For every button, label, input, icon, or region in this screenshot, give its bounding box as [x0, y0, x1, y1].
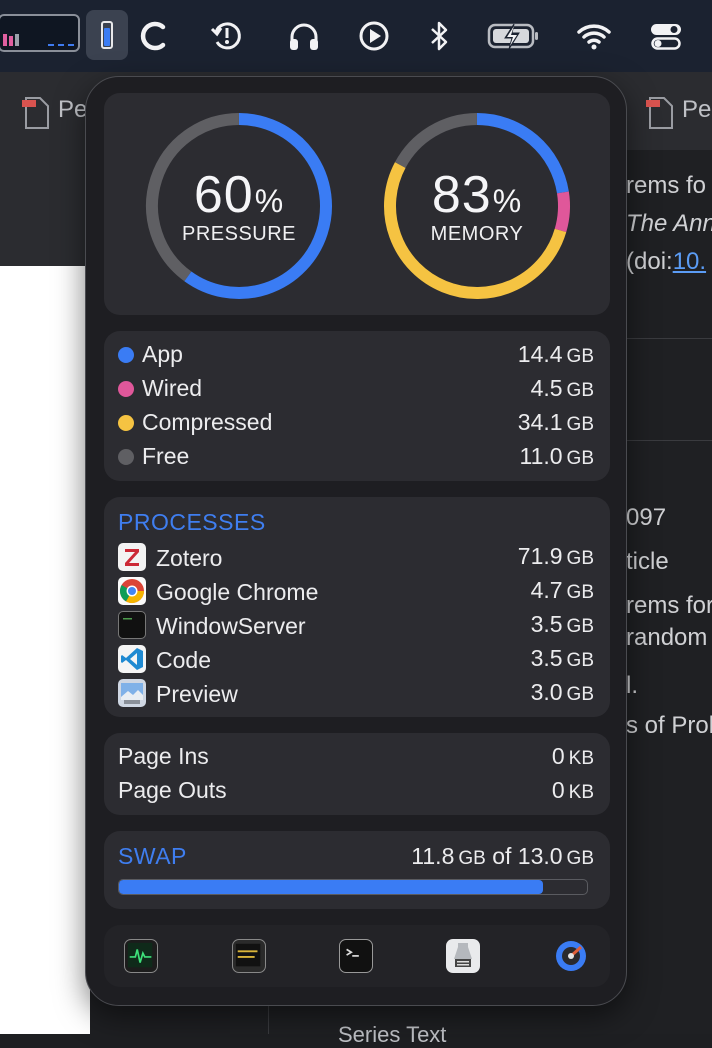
preview-icon: [118, 679, 146, 707]
shortcuts-card: [104, 925, 610, 987]
disk-utility-icon[interactable]: [554, 939, 588, 973]
processes-title: PROCESSES: [118, 509, 266, 535]
menu-bar: [0, 0, 712, 72]
windowserver-icon: [118, 611, 146, 639]
console-icon[interactable]: [232, 939, 266, 973]
series-text-label: Series Text: [338, 1022, 447, 1047]
swap-title: SWAP: [118, 843, 187, 869]
swap-usage: 11.8 GB of 13.0 GB: [411, 843, 594, 869]
process-row[interactable]: Zotero 71.9 GB: [118, 543, 594, 577]
headphones-icon[interactable]: [286, 18, 322, 54]
vscode-icon: [118, 645, 146, 673]
memory-ring-free: [394, 113, 478, 168]
doc-line: random: [626, 624, 708, 651]
processes-card: PROCESSES Zotero 71.9 GB Google Chrome 4.…: [104, 497, 610, 717]
breakdown-row-compressed: Compressed 34.1 GB: [118, 409, 594, 443]
doc-line: 097: [626, 504, 667, 531]
battery-charging-icon[interactable]: [487, 18, 541, 54]
app-dot: [118, 347, 134, 363]
doi-link[interactable]: 10.: [673, 248, 706, 275]
swap-progress-fill: [119, 880, 544, 894]
memory-caption: MEMORY: [430, 223, 524, 245]
breakdown-row-app: App 14.4 GB: [118, 341, 594, 375]
zotero-icon: [118, 543, 146, 571]
background-document-text: rems fo The Ann (doi:10. 097 ticle rems …: [626, 150, 712, 1034]
sync-icon[interactable]: [136, 18, 172, 54]
doc-line: ticle: [626, 548, 669, 575]
divider: [626, 338, 712, 339]
chrome-icon: [118, 577, 146, 605]
terminal-icon[interactable]: [339, 939, 373, 973]
gauges-card: 60% PRESSURE 83% MEMORY: [104, 93, 610, 315]
system-information-icon[interactable]: [446, 939, 480, 973]
bluetooth-icon[interactable]: [421, 18, 457, 54]
free-dot: [118, 449, 134, 465]
wifi-icon[interactable]: [576, 18, 612, 54]
memory-status-icon[interactable]: [86, 10, 128, 60]
memory-graph-icon[interactable]: [0, 14, 80, 52]
doc-line: rems for: [626, 592, 712, 619]
doc-line: (doi:10.: [626, 248, 707, 275]
paging-card: Page Ins 0 KB Page Outs 0 KB: [104, 733, 610, 815]
process-row[interactable]: Preview 3.0 GB: [118, 679, 594, 713]
process-row[interactable]: Code 3.5 GB: [118, 645, 594, 679]
activity-monitor-icon[interactable]: [124, 939, 158, 973]
document-icon: [640, 92, 680, 132]
pressure-gauge: 60% PRESSURE: [140, 107, 338, 305]
doc-line: The Ann: [626, 210, 712, 237]
document-icon: [16, 92, 56, 132]
pressure-caption: PRESSURE: [181, 223, 297, 245]
background-tab-title[interactable]: Pe: [682, 96, 711, 124]
page-outs-row: Page Outs 0 KB: [118, 777, 594, 803]
wired-dot: [118, 381, 134, 397]
background-toolbar: [0, 150, 90, 267]
page-ins-row: Page Ins 0 KB: [118, 743, 594, 769]
doc-line: rems fo: [626, 172, 707, 199]
memory-popover: 60% PRESSURE 83% MEMORY App 14.4 GB Wired…: [85, 76, 627, 1006]
compressed-dot: [118, 415, 134, 431]
time-machine-icon[interactable]: [209, 18, 245, 54]
memory-value: 83%: [431, 166, 523, 224]
background-tab-title[interactable]: Pe: [58, 96, 87, 124]
memory-gauge: 83% MEMORY: [378, 107, 576, 305]
doc-line: l.: [626, 672, 638, 699]
divider: [626, 440, 712, 441]
process-row[interactable]: WindowServer 3.5 GB: [118, 611, 594, 645]
background-page: [0, 266, 90, 1034]
control-center-icon[interactable]: [648, 18, 684, 54]
breakdown-row-free: Free 11.0 GB: [118, 443, 594, 477]
pressure-value: 60%: [193, 166, 285, 224]
breakdown-row-wired: Wired 4.5 GB: [118, 375, 594, 409]
doc-line: s of Prol: [626, 712, 712, 739]
play-icon[interactable]: [356, 18, 392, 54]
swap-progress-bar: [118, 879, 588, 895]
swap-card: SWAP 11.8 GB of 13.0 GB: [104, 831, 610, 909]
memory-breakdown-card: App 14.4 GB Wired 4.5 GB Compressed 34.1 GB…: [104, 331, 610, 481]
process-row[interactable]: Google Chrome 4.7 GB: [118, 577, 594, 611]
